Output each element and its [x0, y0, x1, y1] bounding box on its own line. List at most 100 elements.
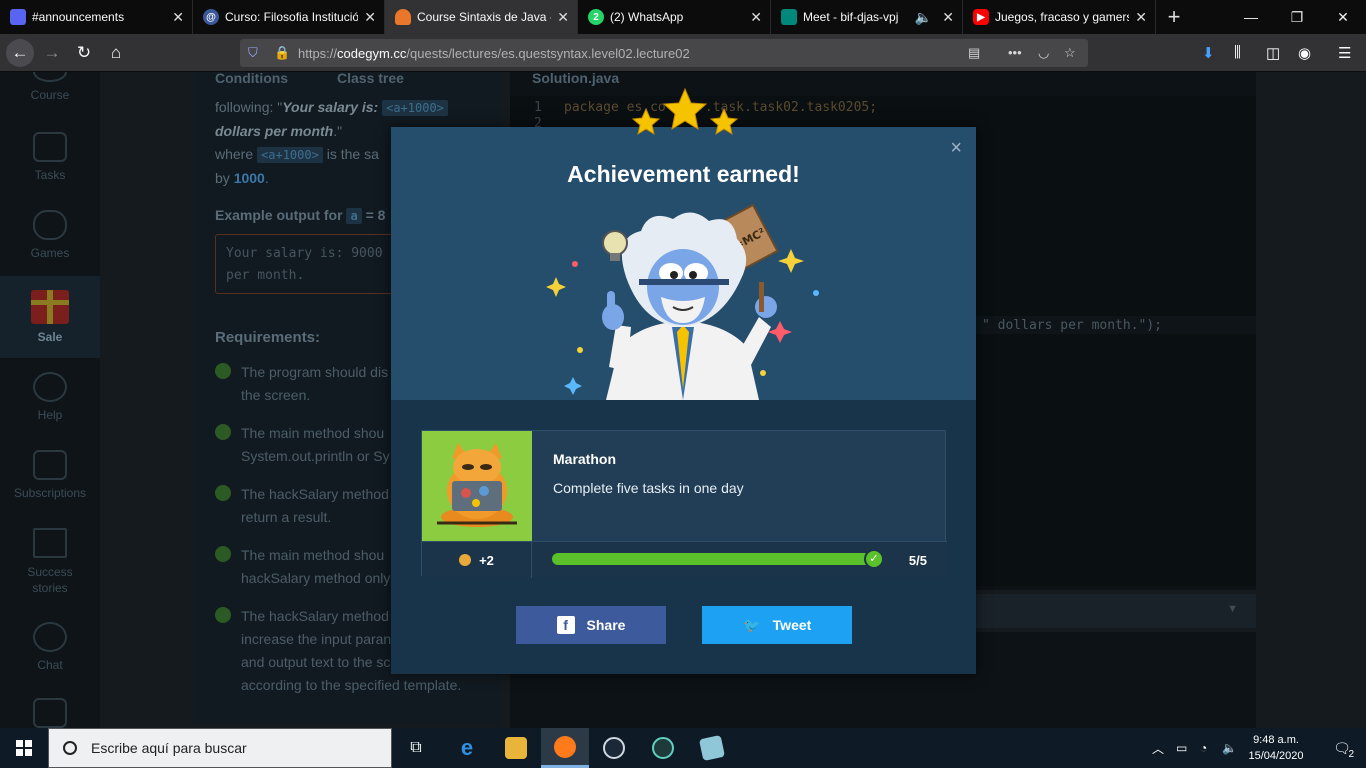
- taskbar-clock[interactable]: 9:48 a.m. 15/04/2020: [1245, 732, 1307, 764]
- tab-title: Meet - bif-djas-vpj: [803, 10, 899, 24]
- sidebar-item-sale[interactable]: Sale: [0, 276, 100, 358]
- task-view-icon: ⧉: [410, 739, 422, 756]
- volume-icon[interactable]: 🔈: [1222, 728, 1237, 768]
- battery-icon[interactable]: ▭: [1176, 728, 1187, 768]
- clock-date: 15/04/2020: [1248, 750, 1304, 762]
- sidebar-item-chat[interactable]: Chat: [0, 622, 100, 672]
- page-actions-icon[interactable]: •••: [1008, 45, 1022, 60]
- taskbar-app-steam[interactable]: [590, 728, 638, 768]
- tab-title: Juegos, fracaso y gamers: [995, 10, 1130, 24]
- search-placeholder[interactable]: Escribe aquí para buscar: [91, 740, 247, 756]
- reload-button[interactable]: ↻: [70, 39, 98, 67]
- progress-bar: ✓: [552, 549, 884, 569]
- notification-count: 2: [1348, 749, 1354, 760]
- url-text[interactable]: https://codegym.cc/quests/lectures/es.qu…: [298, 46, 690, 61]
- tab-conditions[interactable]: Conditions: [193, 72, 310, 94]
- new-tab-button[interactable]: +: [1156, 0, 1192, 34]
- tab-class-tree[interactable]: Class tree: [315, 72, 426, 94]
- forward-button[interactable]: →: [38, 39, 66, 67]
- navigation-bar: ← → ↻ ⌂ ⛉ 🔒 https://codegym.cc/quests/le…: [0, 34, 1366, 72]
- moodle-icon: @: [203, 9, 219, 25]
- achievement-modal: E=MC² × Achievement earned! Marathon Com…: [391, 87, 976, 674]
- chevron-down-icon[interactable]: ▼: [1227, 603, 1238, 615]
- tweet-button[interactable]: 🐦 Tweet: [702, 606, 852, 644]
- shield-icon[interactable]: ⛉: [248, 45, 258, 61]
- close-tab-icon[interactable]: ✕: [750, 9, 762, 26]
- tweet-label: Tweet: [772, 617, 812, 633]
- tab-title: Curso: Filosofia Institució: [225, 10, 359, 24]
- sidebar-toggle-icon[interactable]: ◫: [1266, 44, 1280, 62]
- sidebar-label: Sale: [37, 330, 63, 344]
- sidebar-item-community[interactable]: [0, 698, 100, 728]
- browser-tab-active[interactable]: Course Sintaxis de Java - ✕: [385, 0, 578, 34]
- browser-tab[interactable]: @ Curso: Filosofia Institució ✕: [193, 0, 385, 34]
- progress-fill: [552, 553, 882, 565]
- start-button[interactable]: [0, 728, 48, 768]
- wifi-icon[interactable]: ◔: [1200, 728, 1207, 768]
- sidebar-item-success-stories[interactable]: Success stories: [0, 528, 100, 596]
- library-icon[interactable]: ⫼: [1234, 44, 1241, 61]
- browser-tab[interactable]: #announcements ✕: [0, 0, 193, 34]
- line-number: 1: [534, 100, 542, 115]
- restore-button[interactable]: ❐: [1274, 0, 1320, 34]
- tab-title: (2) WhatsApp: [610, 10, 684, 24]
- close-tab-icon[interactable]: ✕: [557, 9, 569, 26]
- tasks-icon: [33, 132, 67, 162]
- codegym-sidebar: Course Tasks Games Sale Help Subscriptio…: [0, 72, 100, 728]
- chevron-up-icon[interactable]: ︿: [1152, 728, 1164, 768]
- minimize-button[interactable]: —: [1228, 0, 1274, 34]
- reader-view-icon[interactable]: ▤: [968, 45, 980, 61]
- meet-icon: [781, 9, 797, 25]
- check-icon: [215, 363, 231, 379]
- close-window-button[interactable]: ✕: [1320, 0, 1366, 34]
- taskbar-app-edge[interactable]: e: [443, 728, 491, 768]
- back-button[interactable]: ←: [6, 39, 34, 67]
- close-tab-icon[interactable]: ✕: [364, 9, 376, 26]
- achievement-image: [422, 431, 532, 541]
- sidebar-label: Course: [30, 88, 70, 102]
- browser-tab[interactable]: 2 (2) WhatsApp ✕: [578, 0, 771, 34]
- modal-title: Achievement earned!: [567, 161, 800, 187]
- codegym-icon: [395, 9, 411, 25]
- lock-icon[interactable]: 🔒: [274, 45, 290, 61]
- taskbar-search[interactable]: Escribe aquí para buscar: [48, 728, 392, 768]
- close-tab-icon[interactable]: ✕: [942, 9, 954, 26]
- speaker-icon[interactable]: 🔈: [915, 9, 932, 26]
- sidebar-label: Games: [30, 246, 70, 260]
- windows-taskbar: Escribe aquí para buscar ⧉ e ︿ ▭ ◔ 🔈 9:4…: [0, 728, 1366, 768]
- notifications-button[interactable]: 🗨 2: [1318, 728, 1366, 768]
- check-icon: [215, 485, 231, 501]
- browser-tab[interactable]: ▶ Juegos, fracaso y gamers ✕: [963, 0, 1156, 34]
- close-tab-icon[interactable]: ✕: [172, 9, 184, 26]
- pocket-icon[interactable]: ◡: [1038, 45, 1049, 61]
- bookmark-star-icon[interactable]: ☆: [1064, 45, 1076, 61]
- code-line[interactable]: " dollars per month.");: [982, 318, 1162, 333]
- course-icon: [33, 72, 67, 82]
- sidebar-item-games[interactable]: Games: [0, 210, 100, 260]
- browser-tab[interactable]: Meet - bif-djas-vpj 🔈 ✕: [771, 0, 963, 34]
- taskbar-app-explorer[interactable]: [492, 728, 540, 768]
- share-facebook-button[interactable]: f Share: [516, 606, 666, 644]
- gift-icon: [31, 290, 69, 324]
- close-modal-button[interactable]: ×: [950, 137, 962, 160]
- account-icon[interactable]: ◉: [1298, 44, 1311, 62]
- menu-icon[interactable]: ☰: [1338, 44, 1351, 62]
- taskbar-app-gog[interactable]: [639, 728, 687, 768]
- downloads-icon[interactable]: ⬇: [1202, 44, 1215, 62]
- editor-filename[interactable]: Solution.java: [532, 72, 619, 86]
- sidebar-item-tasks[interactable]: Tasks: [0, 132, 100, 182]
- sidebar-item-course[interactable]: Course: [0, 72, 100, 120]
- tab-title: Course Sintaxis de Java -: [417, 10, 552, 24]
- close-tab-icon[interactable]: ✕: [1135, 9, 1147, 26]
- taskbar-app-notes[interactable]: [688, 728, 736, 768]
- notes-icon: [698, 734, 726, 762]
- url-bar[interactable]: ⛉ 🔒 https://codegym.cc/quests/lectures/e…: [240, 39, 1088, 67]
- home-button[interactable]: ⌂: [102, 39, 130, 67]
- sidebar-item-help[interactable]: Help: [0, 372, 100, 422]
- sidebar-item-subscriptions[interactable]: Subscriptions: [0, 450, 100, 500]
- achievement-title: Marathon: [553, 451, 616, 467]
- taskbar-app-firefox[interactable]: [541, 728, 589, 768]
- facebook-icon: f: [556, 616, 575, 634]
- task-view-button[interactable]: ⧉: [392, 728, 440, 768]
- tab-bar: #announcements ✕ @ Curso: Filosofia Inst…: [0, 0, 1366, 34]
